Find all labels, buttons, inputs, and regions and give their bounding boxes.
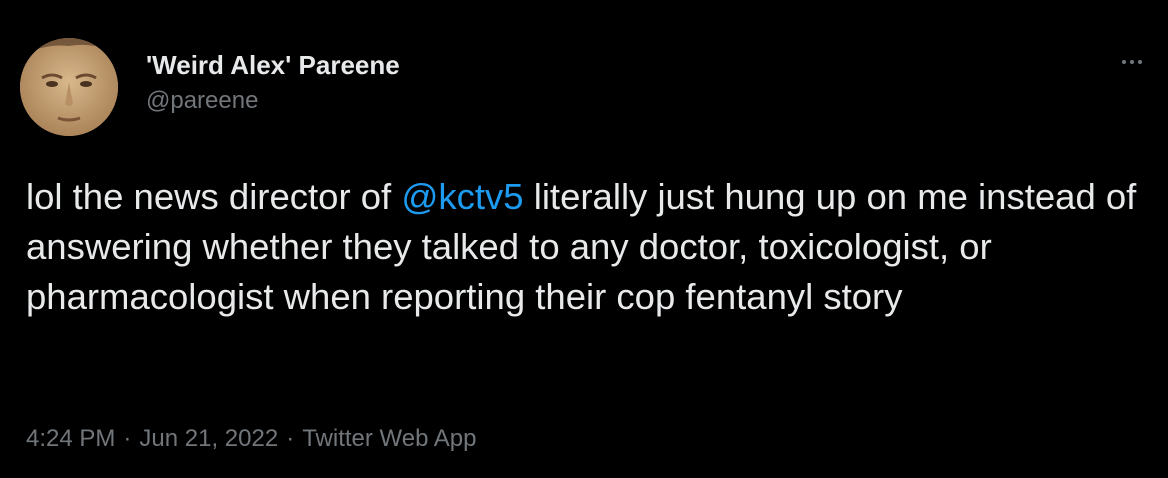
user-info: 'Weird Alex' Pareene @pareene (146, 50, 400, 116)
mention-link[interactable]: @kctv5 (401, 176, 523, 217)
tweet-source[interactable]: Twitter Web App (302, 425, 476, 452)
meta-separator: · (286, 425, 295, 452)
tweet-text-start: lol the news director of (26, 176, 402, 217)
profile-photo-icon (20, 38, 118, 136)
display-name[interactable]: 'Weird Alex' Pareene (146, 50, 400, 80)
more-options-button[interactable] (1114, 50, 1150, 74)
more-horizontal-icon-dot (1130, 60, 1134, 64)
tweet-card: 'Weird Alex' Pareene @pareene lol the ne… (0, 0, 1168, 478)
tweet-time[interactable]: 4:24 PM (26, 425, 115, 452)
more-horizontal-icon-dot (1138, 60, 1142, 64)
tweet-text: lol the news director of @kctv5 literall… (26, 172, 1151, 322)
meta-separator: · (123, 425, 132, 452)
more-horizontal-icon (1122, 60, 1126, 64)
avatar[interactable] (20, 38, 118, 136)
tweet-date[interactable]: Jun 21, 2022 (139, 425, 278, 452)
user-handle[interactable]: @pareene (146, 86, 400, 116)
tweet-metadata: 4:24 PM · Jun 21, 2022 · Twitter Web App (26, 424, 477, 454)
